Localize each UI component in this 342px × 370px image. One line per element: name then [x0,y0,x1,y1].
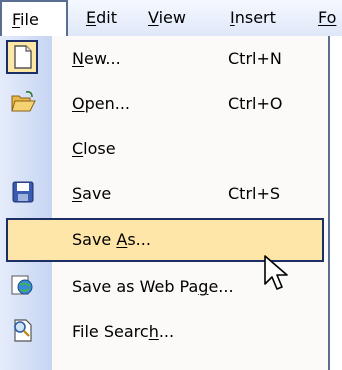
open-folder-icon [11,91,36,112]
menu-view-rest: iew [158,8,186,27]
menu-item-save-as-label: Save As... [72,230,151,249]
file-search-icon [14,319,32,342]
menu-item-new-shortcut: Ctrl+N [228,49,282,68]
menu-view[interactable]: View [148,0,186,36]
menu-format-label: Fo [318,8,337,27]
file-menu-dropdown: New... Ctrl+N Open... Ctrl+O Close Save … [0,36,330,370]
menu-item-save-shortcut: Ctrl+S [228,184,281,203]
menu-insert[interactable]: Insert [230,0,276,36]
menu-edit-accel: E [86,8,97,27]
menu-item-open[interactable]: Open... Ctrl+O [0,81,328,126]
menu-edit-rest: dit [96,8,117,27]
menu-view-accel: V [148,8,159,27]
new-document-icon [14,45,32,69]
menu-item-file-search[interactable]: File Search... [0,309,328,354]
menu-format[interactable]: Fo [318,0,336,36]
mouse-pointer-icon [264,255,288,290]
menu-item-file-search-label: File Search... [72,322,175,341]
web-page-icon [11,275,33,295]
menu-edit[interactable]: Edit [86,0,117,36]
menu-bar: File Edit View Insert Fo [0,0,342,36]
menu-item-new[interactable]: New... Ctrl+N [0,36,328,81]
menu-item-close[interactable]: Close [0,126,328,171]
menu-file[interactable]: File [0,0,68,36]
menu-insert-rest: nsert [234,8,276,27]
menu-item-save[interactable]: Save Ctrl+S [0,171,328,216]
menu-file-accel: F [12,10,21,29]
save-floppy-icon [12,181,34,203]
menu-item-close-label: Close [72,139,116,158]
menu-item-new-label: New... [72,49,121,68]
menu-item-save-label: Save [72,184,112,203]
menu-item-open-shortcut: Ctrl+O [228,94,283,113]
menu-item-open-label: Open... [72,94,130,113]
menu-item-save-as-web-page-label: Save as Web Page... [72,277,234,296]
menu-file-rest: ile [20,10,39,29]
